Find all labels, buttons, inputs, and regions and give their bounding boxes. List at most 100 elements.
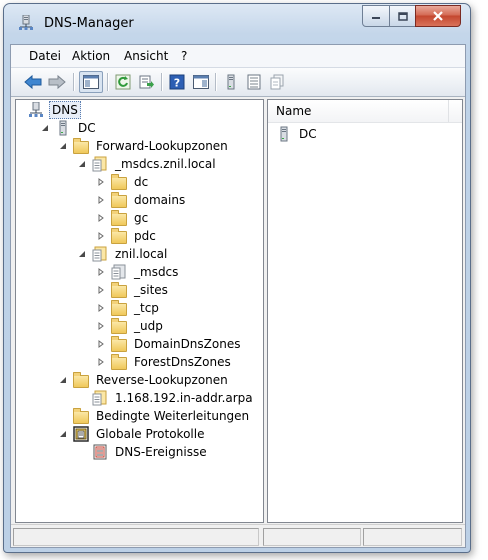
tree-label-msdcs-child: dc: [134, 175, 149, 189]
details-pane[interactable]: Name DC: [267, 99, 463, 523]
title-bar[interactable]: DNS-Manager: [4, 4, 470, 42]
tree-node-reverse-zone[interactable]: 1.168.192.in-addr.arpa: [92, 389, 255, 407]
folder-icon: [73, 408, 89, 424]
expand-arrow-icon[interactable]: [96, 357, 106, 367]
export-list-button[interactable]: [137, 72, 157, 92]
tree-label-global-logs: Globale Protokolle: [96, 427, 205, 441]
tree-node-dc[interactable]: DC: [40, 119, 98, 137]
zone-icon: [92, 246, 107, 262]
event-logs-icon: [73, 426, 89, 442]
close-button[interactable]: [415, 5, 461, 27]
tree-node-conditional-forwarders[interactable]: Bedingte Weiterleitungen: [73, 407, 251, 425]
tree-node-global-logs[interactable]: Globale Protokolle: [58, 425, 206, 443]
tree-node-gc-folder[interactable]: gc: [96, 209, 150, 227]
tree-node-dc-folder[interactable]: dc: [96, 173, 150, 191]
expand-arrow-icon[interactable]: [96, 267, 106, 277]
tree-node-msdcs-delegation[interactable]: _msdcs: [96, 263, 180, 281]
tree-node-znil-zone[interactable]: znil.local: [77, 245, 169, 263]
expand-arrow-icon[interactable]: [96, 339, 106, 349]
tree-node-sites-folder[interactable]: _sites: [96, 281, 170, 299]
column-header-name[interactable]: Name: [268, 100, 462, 123]
expand-arrow-icon[interactable]: [96, 213, 106, 223]
list-button[interactable]: [244, 72, 264, 92]
status-cell-right: [363, 528, 462, 546]
tree-label-znil-child: _udp: [134, 319, 163, 333]
menu-ansicht[interactable]: Ansicht: [124, 49, 168, 63]
svg-text:?: ?: [174, 77, 180, 90]
tree-label-dns: DNS: [49, 101, 81, 119]
column-divider[interactable]: [448, 100, 449, 122]
export-list-icon: [139, 75, 154, 89]
tree-node-domaindnszones-folder[interactable]: DomainDnsZones: [96, 335, 242, 353]
back-button[interactable]: [23, 72, 43, 92]
folder-icon: [111, 192, 127, 208]
dns-root-icon: [29, 102, 43, 117]
tree-pane[interactable]: DNS DC Forward-Lookupzonen _msdcs.znil.l…: [15, 99, 264, 523]
list-item-dc[interactable]: DC: [276, 125, 319, 143]
tree-node-reverse-lookupzonen[interactable]: Reverse-Lookupzonen: [58, 371, 230, 389]
collapse-arrow-icon[interactable]: [58, 375, 68, 385]
tree-label-znil-child: ForestDnsZones: [134, 355, 231, 369]
toolbar-separator: [161, 73, 163, 91]
window-title: DNS-Manager: [44, 16, 134, 31]
folder-icon: [111, 318, 127, 334]
server-icon: [280, 126, 288, 142]
menu-aktion[interactable]: Aktion: [72, 49, 110, 63]
collapse-arrow-icon[interactable]: [77, 159, 87, 169]
refresh-button[interactable]: [113, 72, 133, 92]
collapse-arrow-icon[interactable]: [58, 429, 68, 439]
expand-arrow-icon[interactable]: [96, 177, 106, 187]
properties-pane-button[interactable]: [191, 72, 211, 92]
status-bar: [11, 524, 465, 547]
minimize-button[interactable]: [362, 5, 390, 27]
expand-arrow-icon[interactable]: [96, 195, 106, 205]
tree-node-dns[interactable]: DNS: [28, 101, 81, 119]
server-button[interactable]: [221, 72, 241, 92]
tree-label-znil-child: _sites: [134, 283, 168, 297]
tree-node-pdc-folder[interactable]: pdc: [96, 227, 158, 245]
tree-node-forestdnszones-folder[interactable]: ForestDnsZones: [96, 353, 233, 371]
expand-arrow-icon[interactable]: [96, 285, 106, 295]
dns-manager-window: DNS-Manager Datei Aktion Ansicht ? ? DNS…: [3, 3, 471, 553]
tree-node-udp-folder[interactable]: _udp: [96, 317, 165, 335]
minimize-icon: [372, 17, 380, 19]
menu-datei[interactable]: Datei: [29, 49, 61, 63]
tree-label-msdcs-child: pdc: [134, 229, 156, 243]
delegation-icon: [111, 264, 126, 280]
tree-node-dns-events[interactable]: DNS-Ereignisse: [92, 443, 209, 461]
tree-node-msdcs-zone[interactable]: _msdcs.znil.local: [77, 155, 218, 173]
show-hide-tree-icon: [83, 75, 99, 89]
collapse-arrow-icon[interactable]: [77, 249, 87, 259]
folder-icon: [111, 282, 127, 298]
help-button[interactable]: ?: [167, 72, 187, 92]
tree-label-conditional-forwarders: Bedingte Weiterleitungen: [96, 409, 250, 423]
expand-arrow-icon[interactable]: [96, 321, 106, 331]
tree-label-reverse-zones: Reverse-Lookupzonen: [96, 373, 228, 387]
toolbar-separator: [73, 73, 75, 91]
copy-icon: [270, 74, 284, 90]
expand-arrow-icon[interactable]: [96, 231, 106, 241]
menu-help[interactable]: ?: [181, 49, 187, 63]
folder-icon: [111, 300, 127, 316]
show-hide-tree-button[interactable]: [79, 71, 103, 93]
folder-icon: [111, 174, 127, 190]
copy-button[interactable]: [267, 72, 287, 92]
collapse-arrow-icon[interactable]: [40, 123, 50, 133]
folder-icon: [111, 336, 127, 352]
collapse-arrow-icon[interactable]: [58, 141, 68, 151]
toolbar-separator: [215, 73, 217, 91]
properties-pane-icon: [193, 75, 209, 89]
forward-arrow-icon: [48, 74, 66, 90]
tree-label-dc: DC: [78, 121, 96, 135]
refresh-icon: [115, 74, 131, 90]
tree-node-tcp-folder[interactable]: _tcp: [96, 299, 161, 317]
tree-node-forward-lookupzonen[interactable]: Forward-Lookupzonen: [58, 137, 230, 155]
folder-icon: [111, 228, 127, 244]
maximize-icon: [397, 11, 408, 21]
tree-node-domains-folder[interactable]: domains: [96, 191, 187, 209]
folder-icon: [73, 372, 89, 388]
maximize-button[interactable]: [389, 5, 416, 27]
expand-arrow-icon[interactable]: [96, 303, 106, 313]
forward-button[interactable]: [47, 72, 67, 92]
list-item-label: DC: [299, 127, 317, 141]
